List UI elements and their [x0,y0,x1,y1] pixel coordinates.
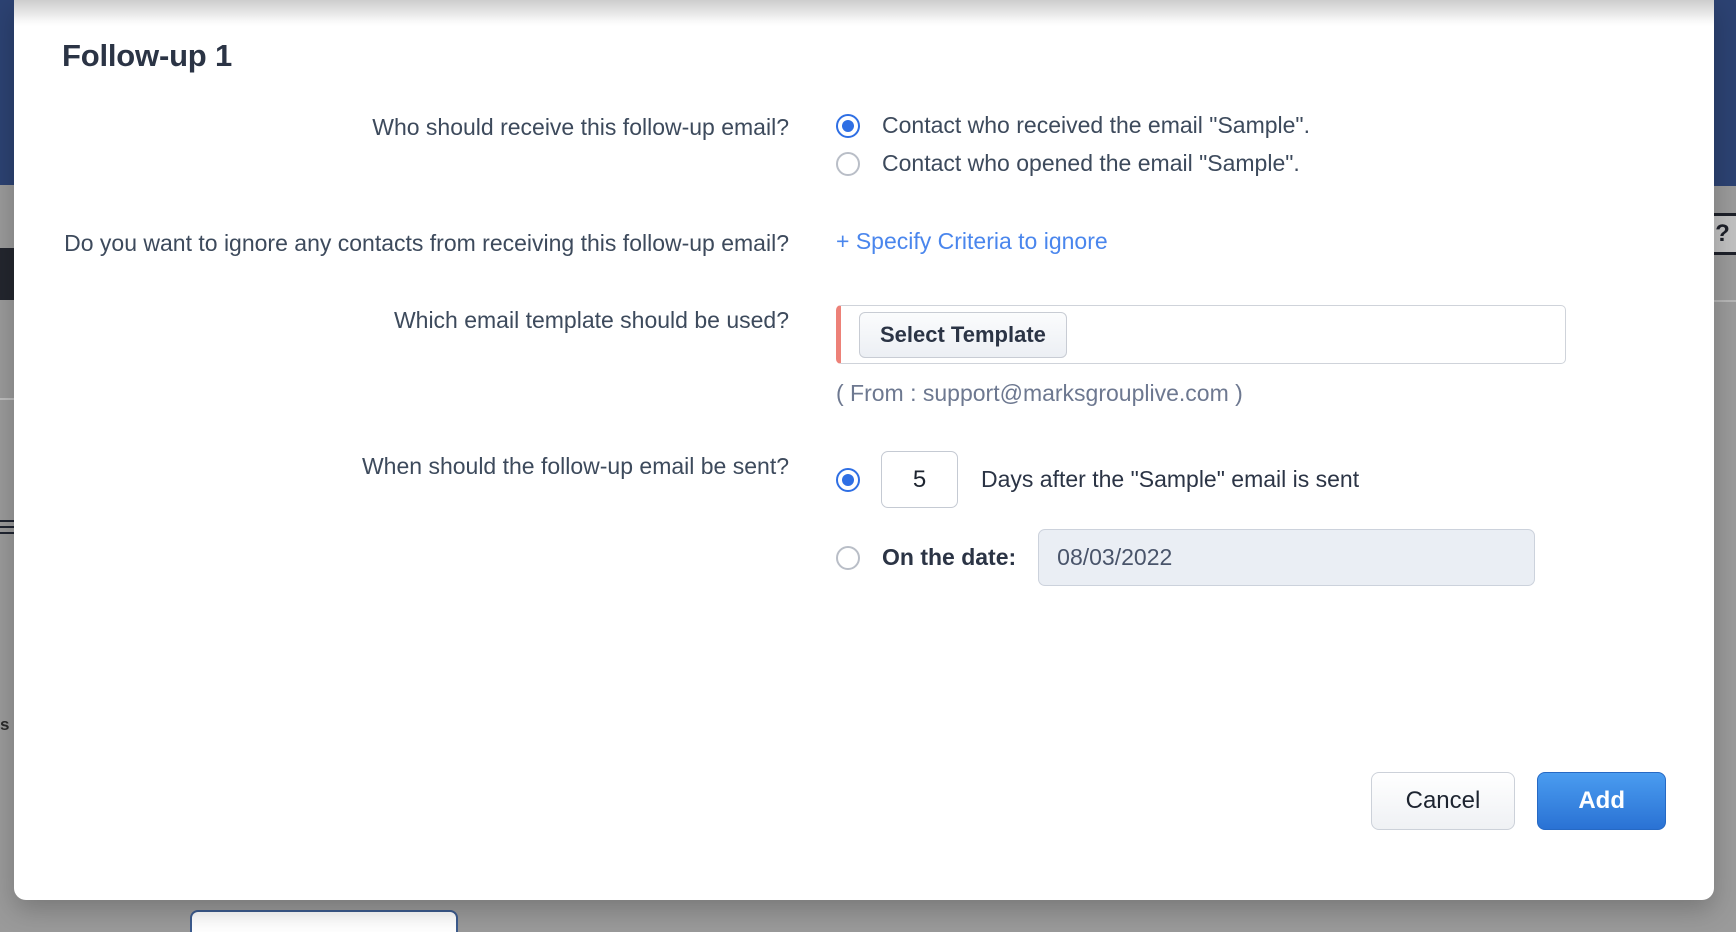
dialog-footer: Cancel Add [1370,772,1666,830]
background-text-fragment: s [0,715,10,734]
timing-question-label: When should the follow-up email be sent? [361,453,789,480]
recipient-question-label: Who should receive this follow-up email? [372,114,789,140]
on-the-date-label: On the date: [882,544,1017,571]
recipient-options: Contact who received the email "Sample".… [789,112,1714,188]
radio-icon-days[interactable] [836,467,860,492]
template-picker[interactable]: Select Template [836,305,1566,365]
dialog-title: Follow-up 1 [62,38,232,73]
template-question-label: Which email template should be used? [393,307,789,334]
specify-criteria-link[interactable]: + Specify Criteria to ignore [836,228,1108,255]
radio-icon-received[interactable] [836,113,860,138]
follow-up-form: Who should receive this follow-up email?… [14,112,1714,587]
template-field: Select Template ( From : support@marksgr… [789,305,1714,407]
follow-up-dialog: Follow-up 1 Who should receive this foll… [14,0,1714,900]
recipient-row: Who should receive this follow-up email?… [14,112,1714,188]
timing-option-days[interactable]: Days after the "Sample" email is sent [836,451,1714,509]
recipient-option-opened-label: Contact who opened the email "Sample". [882,150,1300,176]
timing-field: Days after the "Sample" email is sent On… [789,451,1714,587]
background-chip [0,248,14,300]
radio-icon-date[interactable] [836,545,860,570]
dialog-top-shadow [14,0,1714,26]
recipient-option-opened[interactable]: Contact who opened the email "Sample". [836,150,1714,177]
ignore-row: Do you want to ignore any contacts from … [14,228,1714,259]
ignore-field: + Specify Criteria to ignore [789,228,1714,255]
timing-row: When should the follow-up email be sent?… [14,451,1714,587]
ignore-question-label: Do you want to ignore any contacts from … [64,230,789,256]
recipient-option-received[interactable]: Contact who received the email "Sample". [836,112,1714,139]
add-button[interactable]: Add [1537,772,1666,830]
timing-option-date[interactable]: On the date: [836,529,1714,587]
background-button-peek[interactable] [190,910,458,932]
date-input[interactable] [1038,529,1536,587]
template-row: Which email template should be used? Sel… [14,305,1714,407]
template-from-note: ( From : support@marksgrouplive.com ) [836,380,1243,407]
days-suffix-label: Days after the "Sample" email is sent [981,466,1360,493]
recipient-option-received-label: Contact who received the email "Sample". [882,112,1310,138]
radio-icon-opened[interactable] [836,151,860,176]
select-template-button[interactable]: Select Template [859,311,1067,358]
cancel-button[interactable]: Cancel [1370,772,1516,830]
days-input[interactable] [881,451,958,509]
